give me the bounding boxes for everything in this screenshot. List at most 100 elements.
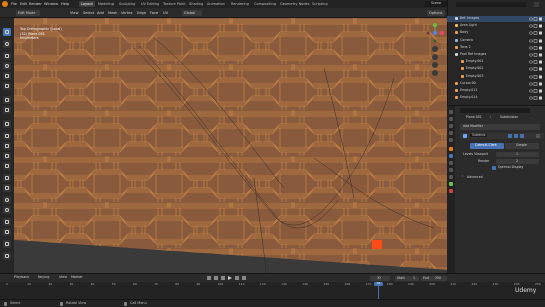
- constraints-tab-icon[interactable]: [449, 175, 453, 179]
- simple-button[interactable]: Simple: [505, 143, 539, 149]
- physics-tab-icon[interactable]: [449, 168, 453, 172]
- outliner-item[interactable]: Empty.003: [447, 74, 545, 80]
- tab-modeling[interactable]: Modeling: [96, 1, 116, 7]
- pan-hand-icon[interactable]: [432, 54, 438, 60]
- tab-scripting[interactable]: Scripting: [310, 1, 330, 7]
- visibility-toggle-icon[interactable]: [529, 60, 542, 64]
- tab-sculpting[interactable]: Sculpting: [117, 1, 137, 7]
- current-frame-field[interactable]: 32: [370, 276, 390, 281]
- visibility-toggle-icon[interactable]: [529, 53, 542, 57]
- camera-view-icon[interactable]: [432, 62, 438, 68]
- optimal-display-checkbox[interactable]: [492, 166, 496, 170]
- extrude-tool-icon[interactable]: [3, 132, 11, 140]
- shrink-fatten-tool-icon[interactable]: [3, 228, 11, 236]
- visibility-toggle-icon[interactable]: [529, 24, 542, 28]
- visibility-toggle-icon[interactable]: [529, 38, 542, 43]
- menu-keying[interactable]: Keying: [38, 275, 49, 279]
- grid-view-icon[interactable]: [432, 70, 438, 76]
- outliner-item[interactable]: Area Light: [447, 23, 545, 29]
- menu-playback[interactable]: Playback: [14, 275, 29, 279]
- output-tab-icon[interactable]: [449, 124, 453, 128]
- tab-uv-editing[interactable]: UV Editing: [139, 1, 161, 7]
- particles-tab-icon[interactable]: [449, 161, 453, 165]
- modifier-render-toggle[interactable]: [520, 134, 524, 138]
- object-tab-icon[interactable]: [449, 147, 453, 151]
- render-levels-field[interactable]: 2: [496, 159, 539, 164]
- outliner-item[interactable]: Pool Ref Images: [447, 52, 545, 58]
- tab-animation[interactable]: Animation: [205, 1, 227, 7]
- visibility-toggle-icon[interactable]: [529, 96, 542, 100]
- tab-texture-paint[interactable]: Texture Paint: [161, 1, 188, 7]
- rotate-tool-icon[interactable]: [3, 62, 11, 70]
- tab-geometry-nodes[interactable]: Geometry Nodes: [278, 1, 312, 7]
- menu-mesh[interactable]: Mesh: [108, 11, 117, 15]
- modifier-tab-icon[interactable]: [449, 154, 453, 158]
- navigation-gizmo[interactable]: [424, 22, 446, 44]
- material-tab-icon[interactable]: [449, 189, 453, 193]
- modifier-editmode-toggle[interactable]: [508, 134, 512, 138]
- spin-tool-icon[interactable]: [3, 196, 11, 204]
- blender-logo-icon[interactable]: [2, 1, 8, 7]
- modifier-name[interactable]: Subdivis: [470, 133, 488, 138]
- menu-render[interactable]: Render: [29, 2, 42, 6]
- menu-edit[interactable]: Edit: [20, 2, 27, 6]
- visibility-toggle-icon[interactable]: [529, 67, 542, 72]
- add-modifier-button[interactable]: Add Modifier: [460, 124, 540, 130]
- modifier-header[interactable]: Subdivis: [460, 133, 544, 139]
- 3d-viewport[interactable]: [14, 18, 447, 273]
- modifier-close-icon[interactable]: [536, 134, 540, 138]
- poly-build-tool-icon[interactable]: [3, 184, 11, 192]
- levels-viewport-field[interactable]: 1: [496, 152, 539, 157]
- tool-tab-icon[interactable]: [449, 110, 453, 114]
- transform-tool-icon[interactable]: [3, 82, 11, 90]
- cursor-tool-icon[interactable]: [3, 40, 11, 48]
- end-frame-field[interactable]: End 250: [421, 276, 447, 281]
- outliner-item[interactable]: Empty.011: [447, 88, 545, 94]
- outliner-item[interactable]: Ref. Images: [447, 16, 545, 22]
- edge-slide-tool-icon[interactable]: [3, 218, 11, 226]
- inset-tool-icon[interactable]: [3, 142, 11, 150]
- menu-timeline-view[interactable]: View: [59, 275, 67, 279]
- catmull-clark-button[interactable]: Catmull-Clark: [470, 143, 504, 149]
- menu-select[interactable]: Select: [83, 11, 94, 15]
- data-tab-icon[interactable]: [449, 182, 453, 186]
- scene-tab-icon[interactable]: [449, 131, 453, 135]
- filter-icon[interactable]: [534, 2, 539, 7]
- add-cube-tool-icon[interactable]: [3, 120, 11, 128]
- outliner-item[interactable]: Cursor.00: [447, 81, 545, 87]
- outliner-item[interactable]: Body: [447, 30, 545, 36]
- world-tab-icon[interactable]: [449, 138, 453, 142]
- bevel-tool-icon[interactable]: [3, 152, 11, 160]
- visibility-toggle-icon[interactable]: [529, 89, 542, 93]
- menu-view[interactable]: View: [70, 11, 79, 15]
- outliner-item[interactable]: Empty.014: [447, 95, 545, 101]
- move-tool-icon[interactable]: [3, 52, 11, 60]
- menu-help[interactable]: Help: [61, 2, 69, 6]
- scale-tool-icon[interactable]: [3, 72, 11, 80]
- smooth-tool-icon[interactable]: [3, 206, 11, 214]
- rip-tool-icon[interactable]: [3, 252, 11, 260]
- jump-start-icon[interactable]: [207, 276, 211, 280]
- jump-end-icon[interactable]: [242, 276, 246, 280]
- play-reverse-icon[interactable]: [221, 276, 225, 280]
- menu-edge[interactable]: Edge: [137, 11, 146, 15]
- annotate-tool-icon[interactable]: [3, 96, 11, 104]
- menu-vertex[interactable]: Vertex: [121, 11, 133, 15]
- modifier-viewport-toggle[interactable]: [514, 134, 518, 138]
- options-button[interactable]: Options: [427, 10, 445, 16]
- knife-tool-icon[interactable]: [3, 174, 11, 182]
- mode-selector[interactable]: Edit Mode: [16, 10, 40, 16]
- tab-compositing[interactable]: Compositing: [252, 1, 278, 7]
- visibility-toggle-icon[interactable]: [529, 46, 542, 50]
- outliner-item[interactable]: Empty.001: [447, 59, 545, 65]
- properties-search[interactable]: [460, 108, 530, 113]
- menu-file[interactable]: File: [11, 2, 17, 6]
- menu-add[interactable]: Add: [97, 11, 104, 15]
- outliner-item[interactable]: Camera: [447, 38, 545, 44]
- tab-layout[interactable]: Layout: [79, 1, 95, 7]
- timeline-ruler[interactable]: 0 10 20 30 40 50 60 70 80 90 100 110 120 130 140 150 160…: [0, 282, 545, 299]
- visibility-toggle-icon[interactable]: [529, 17, 542, 21]
- visibility-toggle-icon[interactable]: [529, 31, 542, 36]
- play-icon[interactable]: [228, 276, 232, 280]
- tab-shading[interactable]: Shading: [187, 1, 205, 7]
